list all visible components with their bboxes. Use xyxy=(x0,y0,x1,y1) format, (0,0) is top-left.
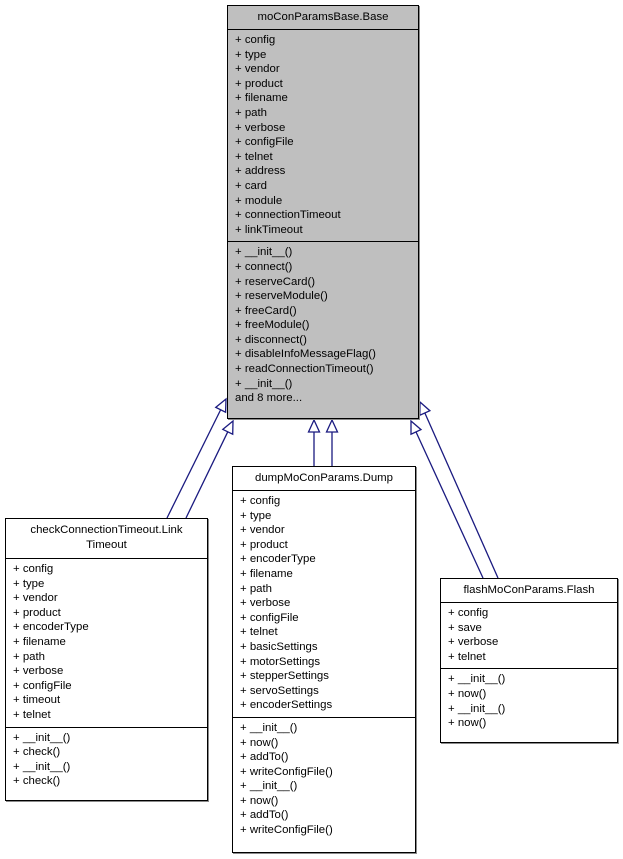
method-item: + check() xyxy=(13,775,61,788)
method-item: + writeConfigFile() xyxy=(240,824,333,837)
method-item: + reserveCard() xyxy=(235,275,316,288)
method-item: + now() xyxy=(448,687,487,700)
attribute-item: + telnet xyxy=(240,626,278,639)
attribute-item: + filename xyxy=(13,635,66,648)
attribute-item: + linkTimeout xyxy=(235,223,303,236)
method-item: + reserveModule() xyxy=(235,290,328,303)
attribute-item: + path xyxy=(235,106,267,119)
method-item: + __init__() xyxy=(13,760,71,773)
attribute-list: + config + type + vendor + product + filenam… xyxy=(228,30,418,241)
attribute-item: + type xyxy=(235,48,267,61)
method-list: + __init__() + connect() + reserveCard() + … xyxy=(228,241,418,410)
attribute-item: + vendor xyxy=(235,63,280,76)
method-item: + now() xyxy=(240,736,279,749)
attribute-item: + config xyxy=(13,563,54,575)
attribute-item: + telnet xyxy=(13,708,51,721)
attribute-item: + basicSettings xyxy=(240,640,318,653)
class-box-flash[interactable]: flashMoConParams.Flash + config + save + v… xyxy=(440,578,618,743)
method-item: + readConnectionTimeout() xyxy=(235,363,374,376)
attribute-item: + product xyxy=(235,77,283,90)
method-item: + now() xyxy=(448,717,487,730)
attribute-item: + telnet xyxy=(448,650,486,663)
more-members-note: and 8 more... xyxy=(235,392,303,405)
method-item: + check() xyxy=(13,746,61,759)
method-item: + __init__() xyxy=(448,673,506,686)
method-list: + __init__() + check() + __init__() + check… xyxy=(6,726,207,793)
class-box-link-timeout[interactable]: checkConnectionTimeout.Link Timeout + co… xyxy=(5,518,208,801)
method-item: + now() xyxy=(240,794,279,807)
attribute-item: + servoSettings xyxy=(240,684,319,697)
inheritance-arrowhead-icon xyxy=(214,397,227,414)
attribute-item: + path xyxy=(240,582,272,595)
attribute-item: + encoderType xyxy=(240,553,316,566)
method-item: + disableInfoMessageFlag() xyxy=(235,348,376,361)
attribute-item: + verbose xyxy=(13,665,64,678)
attribute-item: + config xyxy=(240,495,281,507)
attribute-item: + card xyxy=(235,179,267,192)
method-item: + addTo() xyxy=(240,751,289,764)
method-item: + __init__() xyxy=(235,377,293,390)
method-item: + __init__() xyxy=(448,702,506,715)
attribute-item: + config xyxy=(235,34,276,46)
attribute-item: + type xyxy=(13,577,45,590)
method-item: + __init__() xyxy=(13,731,71,744)
inheritance-edge-flash-to-base xyxy=(415,431,484,579)
method-item: + disconnect() xyxy=(235,333,307,346)
attribute-item: + stepperSettings xyxy=(240,670,329,683)
method-item: + addTo() xyxy=(240,809,289,822)
method-item: + __init__() xyxy=(235,246,293,259)
inheritance-edge-flash-to-base xyxy=(424,412,499,579)
inheritance-arrowhead-icon xyxy=(419,400,432,417)
inheritance-arrowhead-icon xyxy=(325,418,339,433)
attribute-item: + configFile xyxy=(13,679,72,692)
method-list: + __init__() + now() + addTo() + writeConfi… xyxy=(233,716,415,842)
method-item: + freeModule() xyxy=(235,319,310,332)
attribute-item: + motorSettings xyxy=(240,655,321,668)
attribute-item: + encoderType xyxy=(13,621,89,634)
attribute-item: + connectionTimeout xyxy=(235,209,341,222)
attribute-item: + module xyxy=(235,194,283,207)
attribute-item: + product xyxy=(13,606,61,619)
method-item: + __init__() xyxy=(240,721,298,734)
attribute-item: + save xyxy=(448,621,482,634)
attribute-item: + verbose xyxy=(235,121,286,134)
method-item: + writeConfigFile() xyxy=(240,765,333,778)
attribute-item: + config xyxy=(448,607,489,619)
attribute-list: + config + save + verbose + telnet xyxy=(441,603,617,668)
attribute-list: + config + type + vendor + product + encoder… xyxy=(233,491,415,717)
attribute-item: + telnet xyxy=(235,150,273,163)
inheritance-edge-link-to-base xyxy=(185,431,229,519)
attribute-item: + vendor xyxy=(13,592,58,605)
attribute-item: + product xyxy=(240,538,288,551)
attribute-item: + filename xyxy=(235,92,288,105)
attribute-item: + configFile xyxy=(240,611,299,624)
class-name: dumpMoConParams.Dump xyxy=(233,467,415,491)
inheritance-arrowhead-icon xyxy=(221,419,234,436)
class-box-dump[interactable]: dumpMoConParams.Dump + config + type + ven… xyxy=(232,466,416,853)
method-list: + __init__() + now() + __init__() + now() xyxy=(441,668,617,734)
class-box-base[interactable]: moConParamsBase.Base + config + type + ven… xyxy=(227,5,419,419)
attribute-item: + vendor xyxy=(240,524,285,537)
class-name: moConParamsBase.Base xyxy=(228,6,418,30)
attribute-item: + verbose xyxy=(240,597,291,610)
attribute-item: + encoderSettings xyxy=(240,699,333,712)
attribute-item: + address xyxy=(235,165,286,178)
method-item: + freeCard() xyxy=(235,304,297,317)
attribute-item: + verbose xyxy=(448,636,499,649)
attribute-item: + path xyxy=(13,650,45,663)
class-name: flashMoConParams.Flash xyxy=(441,579,617,603)
class-name: checkConnectionTimeout.Link Timeout xyxy=(6,519,207,559)
inheritance-arrowhead-icon xyxy=(410,419,423,436)
attribute-item: + type xyxy=(240,509,272,522)
method-item: + __init__() xyxy=(240,780,298,793)
method-item: + connect() xyxy=(235,260,293,273)
attribute-item: + filename xyxy=(240,567,293,580)
inheritance-arrowhead-icon xyxy=(307,418,321,433)
attribute-list: + config + type + vendor + product + encoder… xyxy=(6,559,207,727)
attribute-item: + configFile xyxy=(235,136,294,149)
attribute-item: + timeout xyxy=(13,694,61,707)
